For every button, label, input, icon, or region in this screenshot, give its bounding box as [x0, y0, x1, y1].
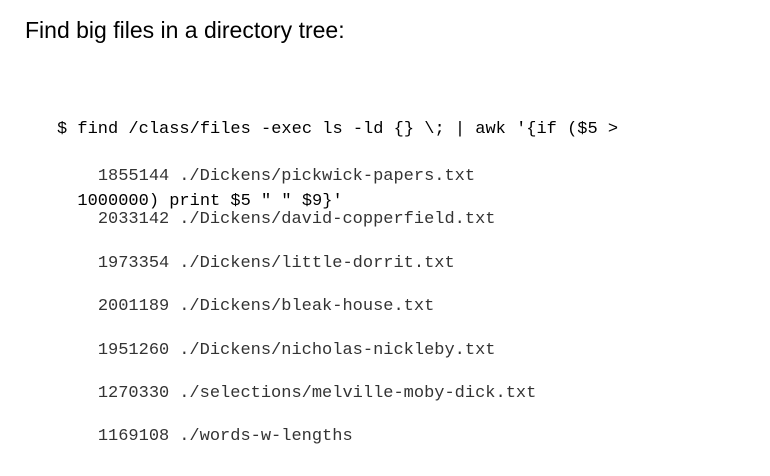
- output-row: 1855144 ./Dickens/pickwick-papers.txt: [57, 138, 536, 186]
- file-size: 1270330: [97, 383, 170, 403]
- file-path: ./Dickens/little-dorrit.txt: [179, 253, 455, 273]
- file-path: ./selections/melville-moby-dick.txt: [179, 383, 537, 403]
- file-size: 1855144: [97, 167, 170, 186]
- file-path: ./words-w-lengths: [179, 427, 353, 447]
- file-size: 2033142: [97, 210, 170, 230]
- file-path: ./Dickens/pickwick-papers.txt: [179, 167, 476, 186]
- file-path: ./Dickens/david-copperfield.txt: [179, 210, 496, 230]
- file-size: 1169108: [97, 427, 170, 447]
- slide-heading: Find big files in a directory tree:: [25, 17, 345, 43]
- file-size: 1951260: [97, 340, 170, 360]
- file-path: ./Dickens/nicholas-nickleby.txt: [179, 340, 496, 360]
- command-output: 1855144 ./Dickens/pickwick-papers.txt 203…: [57, 138, 537, 446]
- file-size: 2001189: [97, 297, 170, 317]
- file-path: ./Dickens/bleak-house.txt: [179, 297, 435, 317]
- file-size: 1973354: [97, 253, 170, 273]
